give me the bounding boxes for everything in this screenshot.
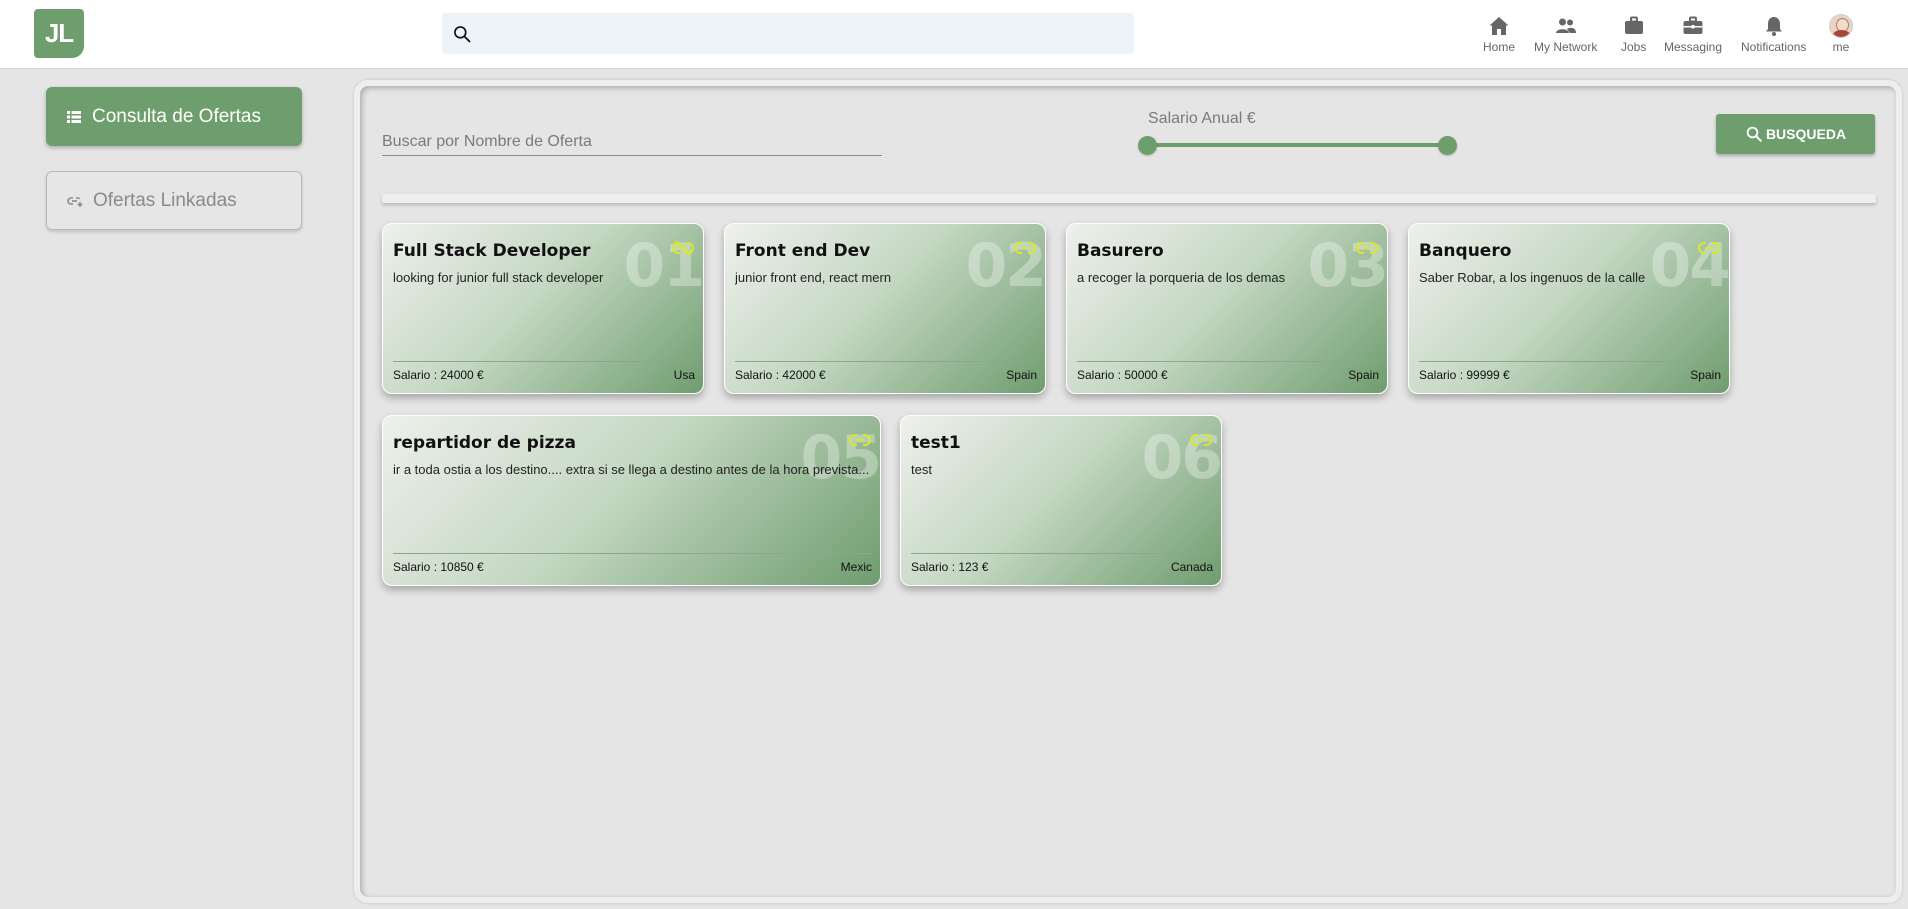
salary-slider-min-thumb[interactable]	[1138, 136, 1157, 155]
offer-salary: Salario : 50000 €	[1077, 368, 1168, 382]
link-icon[interactable]	[1190, 432, 1212, 448]
offer-card[interactable]: 02 Front end Dev junior front end, react…	[724, 223, 1046, 394]
card-divider	[1077, 361, 1379, 362]
nav-my-network[interactable]: My Network	[1534, 14, 1597, 58]
offer-title: Basurero	[1077, 241, 1164, 261]
top-navbar: JL Home My Network Jobs Messaging Notifi…	[0, 0, 1908, 69]
nav-label: Notifications	[1741, 40, 1807, 54]
ofertas-linkadas-label: Ofertas Linkadas	[93, 189, 237, 211]
logo-text: JL	[44, 18, 74, 48]
card-divider	[1419, 361, 1721, 362]
card-divider	[393, 361, 695, 362]
nav-me[interactable]: me	[1829, 14, 1853, 58]
offer-country: Spain	[1006, 368, 1037, 382]
offer-salary: Salario : 10850 €	[393, 560, 484, 574]
link-icon[interactable]	[1014, 240, 1036, 256]
nav-messaging[interactable]: Messaging	[1664, 14, 1722, 58]
offer-title: Banquero	[1419, 241, 1512, 261]
offer-country: Spain	[1690, 368, 1721, 382]
offer-salary: Salario : 123 €	[911, 560, 989, 574]
offer-card[interactable]: 06 test1 test Salario : 123 € Canada	[900, 415, 1222, 586]
nav-label: me	[1832, 40, 1850, 54]
logo[interactable]: JL	[34, 9, 84, 58]
ofertas-linkadas-button[interactable]: Ofertas Linkadas	[46, 171, 302, 230]
results-divider	[382, 194, 1876, 203]
card-divider	[735, 361, 1037, 362]
home-icon	[1489, 17, 1509, 35]
link-icon[interactable]	[1698, 240, 1720, 256]
nav-notifications[interactable]: Notifications	[1741, 14, 1806, 58]
offer-card[interactable]: 04 Banquero Saber Robar, a los ingenuos …	[1408, 223, 1730, 394]
consulta-ofertas-label: Consulta de Ofertas	[92, 105, 261, 127]
offer-description: looking for junior full stack developer	[393, 270, 604, 285]
consulta-ofertas-button[interactable]: Consulta de Ofertas	[46, 87, 302, 146]
offer-country: Spain	[1348, 368, 1379, 382]
toolbox-icon	[1683, 16, 1703, 34]
global-search	[442, 13, 1134, 54]
offer-title: test1	[911, 433, 961, 453]
search-input[interactable]	[482, 13, 1122, 54]
card-divider	[393, 553, 872, 554]
link-add-icon	[67, 196, 83, 207]
people-icon	[1555, 18, 1576, 33]
offer-title: repartidor de pizza	[393, 433, 576, 453]
nav-jobs[interactable]: Jobs	[1621, 14, 1646, 58]
offer-description: junior front end, react mern	[735, 270, 892, 285]
link-icon[interactable]	[849, 432, 871, 448]
salary-slider-label: Salario Anual €	[1148, 110, 1256, 127]
offer-description: a recoger la porqueria de los demas	[1077, 270, 1286, 285]
card-divider	[911, 553, 1213, 554]
offer-card[interactable]: 05 repartidor de pizza ir a toda ostia a…	[382, 415, 881, 586]
offer-country: Usa	[673, 368, 695, 382]
offer-salary: Salario : 24000 €	[393, 368, 484, 382]
offer-salary: Salario : 42000 €	[735, 368, 826, 382]
offer-title: Full Stack Developer	[393, 241, 591, 261]
offer-title: Front end Dev	[735, 241, 871, 261]
offer-description: Saber Robar, a los ingenuos de la calle	[1419, 270, 1646, 285]
busqueda-button[interactable]: BUSQUEDA	[1716, 114, 1875, 154]
nav-home[interactable]: Home	[1483, 14, 1515, 58]
offer-name-search	[382, 128, 882, 156]
offer-card[interactable]: 03 Basurero a recoger la porqueria de lo…	[1066, 223, 1388, 394]
search-icon	[1746, 126, 1762, 142]
link-icon[interactable]	[1356, 240, 1378, 256]
nav-label: Jobs	[1621, 40, 1647, 54]
salary-slider-max-thumb[interactable]	[1438, 136, 1457, 155]
offer-salary: Salario : 99999 €	[1419, 368, 1510, 382]
link-off-icon[interactable]	[672, 240, 694, 256]
offer-country: Canada	[1170, 560, 1213, 574]
offer-card[interactable]: 01 Full Stack Developer looking for juni…	[382, 223, 704, 394]
offer-description: ir a toda ostia a los destino.... extra …	[393, 462, 870, 477]
search-icon	[454, 26, 471, 43]
offer-name-input[interactable]	[382, 128, 882, 155]
briefcase-icon	[1624, 16, 1643, 34]
offer-description: test	[911, 462, 932, 477]
nav-label: Home	[1483, 40, 1516, 54]
avatar	[1829, 14, 1853, 38]
list-icon	[67, 110, 81, 123]
nav-label: Messaging	[1664, 40, 1723, 54]
offer-country: Mexic	[840, 560, 872, 574]
bell-icon	[1765, 17, 1782, 36]
salary-slider-track[interactable]	[1147, 143, 1447, 147]
nav-label: My Network	[1534, 40, 1598, 54]
busqueda-label: BUSQUEDA	[1765, 126, 1847, 142]
